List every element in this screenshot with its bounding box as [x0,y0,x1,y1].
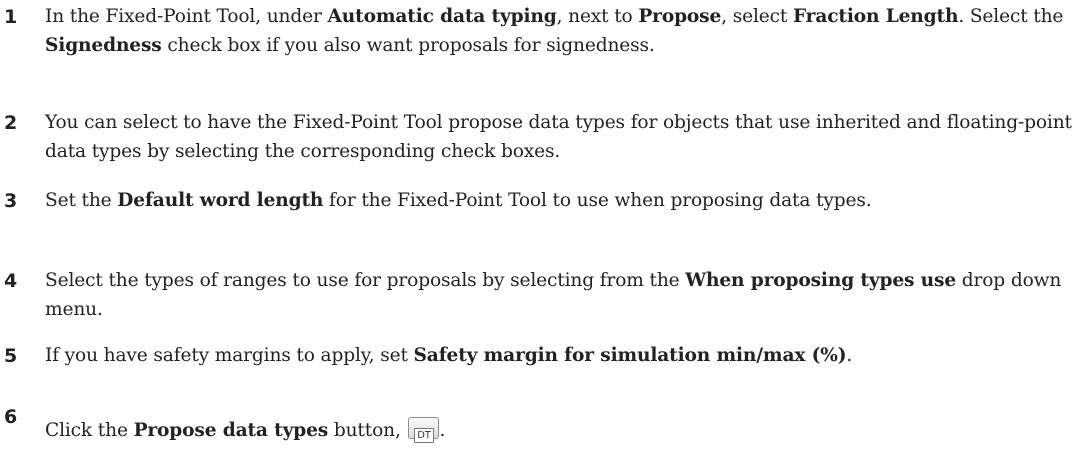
step-text-run: In the Fixed-Point Tool, under [45,6,328,27]
dt-icon-label: DT [414,428,434,443]
step-number: 4 [4,270,18,292]
step-text-run: . [439,420,446,441]
step-text-run: If you have safety margins to apply, set [45,345,414,366]
ui-term: Propose [638,6,722,27]
step-text-run: . Select the [958,6,1064,27]
step-text-run: Set the [45,190,118,211]
step-text-run: You can select to have the Fixed-Point T… [45,112,1072,162]
step-text: If you have safety margins to apply, set… [45,341,1090,370]
step-number: 2 [4,112,18,134]
ui-term: When proposing types use [685,270,957,291]
ui-term: Fraction Length [792,6,959,27]
step-text: Set the Default word length for the Fixe… [45,186,1090,215]
step-number: 3 [4,190,18,212]
step-number: 5 [4,345,18,367]
procedure-steps: 1 In the Fixed-Point Tool, under Automat… [0,0,1092,451]
step-text: You can select to have the Fixed-Point T… [45,108,1090,166]
step-text-run: Click the [45,420,134,441]
step-text-run: . [846,345,853,366]
ui-term: Default word length [117,190,324,211]
ui-term: Signedness [45,35,162,56]
step-number: 1 [4,6,18,28]
step-text-run: , next to [556,6,639,27]
step-text: Select the types of ranges to use for pr… [45,266,1090,324]
ui-term: Propose data types [133,420,329,441]
step-text-run: , select [721,6,793,27]
ui-term: Automatic data typing [327,6,557,27]
step-text: Click the Propose data types button, DT. [45,416,1090,445]
step-text-run: for the Fixed-Point Tool to use when pro… [323,190,872,211]
propose-data-types-button-icon: DT [408,417,440,443]
step-text-run: check box if you also want proposals for… [161,35,655,56]
step-number: 6 [4,406,18,428]
step-text: In the Fixed-Point Tool, under Automatic… [45,2,1090,60]
ui-term: Safety margin for simulation min/max (%) [413,345,847,366]
step-text-run: Select the types of ranges to use for pr… [45,270,686,291]
step-text-run: button, [328,420,407,441]
